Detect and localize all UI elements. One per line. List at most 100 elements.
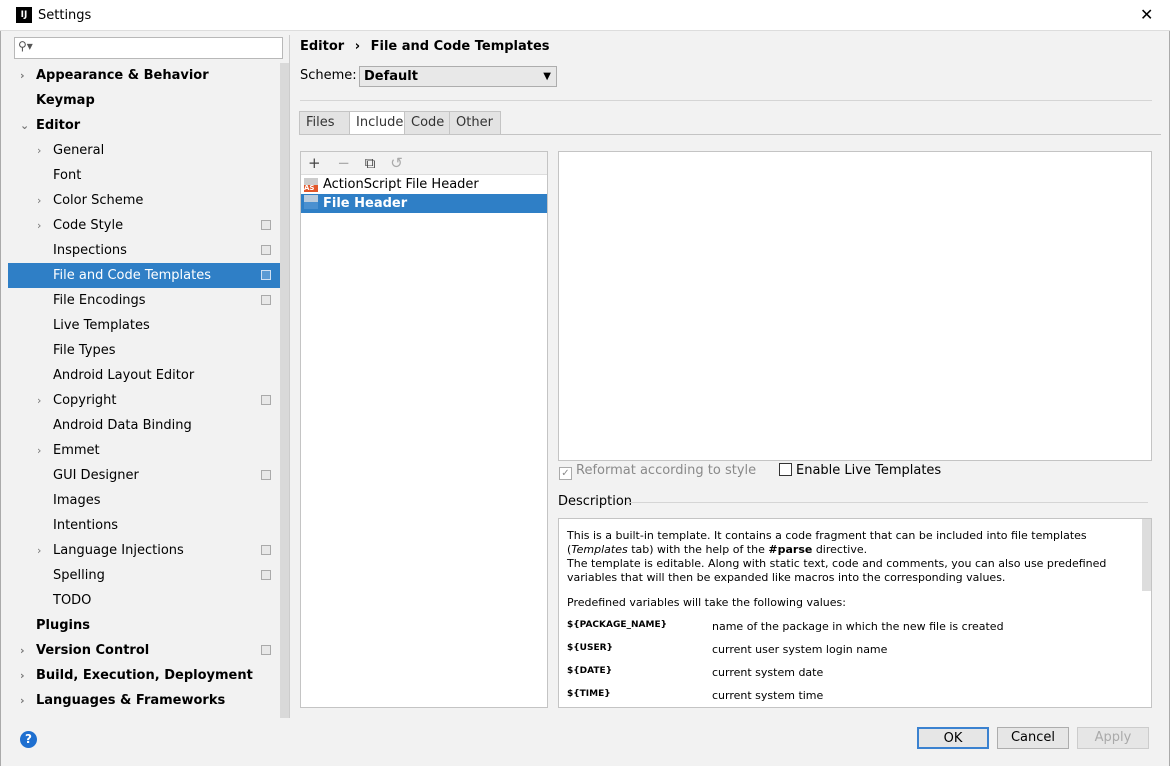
tab-other[interactable]: Other bbox=[449, 111, 501, 135]
ok-button[interactable]: OK bbox=[917, 727, 989, 749]
sidebar-item[interactable]: › Emmet bbox=[8, 438, 280, 463]
sidebar-item[interactable]: GUI Designer bbox=[8, 463, 280, 488]
sidebar-item[interactable]: Plugins bbox=[8, 613, 280, 638]
description-paragraph: This is a built-in template. It contains… bbox=[567, 529, 1087, 556]
sidebar-item[interactable]: Live Templates bbox=[8, 313, 280, 338]
chevron-right-icon[interactable]: › bbox=[37, 213, 41, 238]
settings-sidebar: › Appearance & Behavior Keymap ⌄ Editor › Gene… bbox=[8, 35, 290, 718]
sidebar-item[interactable]: › Languages & Frameworks bbox=[8, 688, 280, 713]
app-logo-icon: IJ bbox=[16, 7, 32, 23]
remove-icon[interactable]: − bbox=[337, 154, 350, 172]
sidebar-item-label: Keymap bbox=[36, 93, 95, 108]
apply-button[interactable]: Apply bbox=[1077, 727, 1149, 749]
project-scope-icon bbox=[261, 570, 271, 580]
tab-code[interactable]: Code bbox=[404, 111, 450, 135]
variable-row: ${DATE} current system date bbox=[567, 666, 1131, 679]
cancel-button[interactable]: Cancel bbox=[997, 727, 1069, 749]
chevron-down-icon: ▼ bbox=[543, 71, 551, 82]
sidebar-item[interactable]: File Types bbox=[8, 338, 280, 363]
template-editor[interactable] bbox=[558, 151, 1152, 461]
chevron-down-icon[interactable]: ⌄ bbox=[20, 113, 29, 138]
sidebar-scrollbar[interactable] bbox=[280, 63, 289, 718]
project-scope-icon bbox=[261, 245, 271, 255]
live-templates-label: Enable Live Templates bbox=[796, 463, 942, 478]
sidebar-item[interactable]: › Appearance & Behavior bbox=[8, 63, 280, 88]
sidebar-item-label: File Encodings bbox=[53, 293, 146, 308]
window-title: Settings bbox=[38, 8, 92, 23]
chevron-right-icon[interactable]: › bbox=[37, 538, 41, 563]
sidebar-item[interactable]: File and Code Templates bbox=[8, 263, 280, 288]
variable-name: ${USER} bbox=[567, 643, 613, 653]
sidebar-item-label: Version Control bbox=[36, 643, 150, 658]
template-file-icon: AS bbox=[304, 178, 318, 192]
sidebar-item-label: Appearance & Behavior bbox=[36, 68, 209, 83]
description-label: Description bbox=[558, 494, 633, 509]
template-label: ActionScript File Header bbox=[323, 177, 479, 192]
sidebar-item[interactable]: Android Layout Editor bbox=[8, 363, 280, 388]
variable-description: current system date bbox=[712, 666, 824, 679]
template-list-panel: + − ⧉ ↺ AS ActionScript File Header File H… bbox=[300, 151, 548, 708]
variable-description: name of the package in which the new fil… bbox=[712, 620, 1004, 633]
sidebar-item[interactable]: TODO bbox=[8, 588, 280, 613]
chevron-right-icon[interactable]: › bbox=[20, 663, 25, 688]
project-scope-icon bbox=[261, 545, 271, 555]
description-scrollbar[interactable] bbox=[1142, 519, 1151, 591]
sidebar-item-label: File and Code Templates bbox=[53, 268, 211, 283]
settings-search-input[interactable]: ⚲▾ bbox=[14, 37, 283, 59]
template-list-item[interactable]: File Header bbox=[301, 194, 547, 213]
add-icon[interactable]: + bbox=[308, 154, 321, 172]
title-bar: IJ Settings ✕ bbox=[0, 0, 1170, 31]
sidebar-item[interactable]: Font bbox=[8, 163, 280, 188]
sidebar-item-label: Font bbox=[53, 168, 82, 183]
chevron-right-icon[interactable]: › bbox=[37, 438, 41, 463]
chevron-right-icon[interactable]: › bbox=[37, 138, 41, 163]
chevron-right-icon[interactable]: › bbox=[37, 188, 41, 213]
sidebar-item[interactable]: › Language Injections bbox=[8, 538, 280, 563]
reformat-label: Reformat according to style bbox=[576, 463, 757, 478]
sidebar-item[interactable]: Images bbox=[8, 488, 280, 513]
sidebar-item[interactable]: ⌄ Editor bbox=[8, 113, 280, 138]
sidebar-item-label: Intentions bbox=[53, 518, 119, 533]
sidebar-item[interactable]: Intentions bbox=[8, 513, 280, 538]
project-scope-icon bbox=[261, 270, 271, 280]
variable-row: ${USER} current user system login name bbox=[567, 643, 1131, 656]
checkbox-icon bbox=[779, 463, 792, 476]
sidebar-item-label: Color Scheme bbox=[53, 193, 144, 208]
sidebar-item-label: File Types bbox=[53, 343, 116, 358]
sidebar-item[interactable]: › Copyright bbox=[8, 388, 280, 413]
template-file-icon bbox=[304, 195, 318, 209]
copy-icon[interactable]: ⧉ bbox=[365, 154, 376, 172]
help-button[interactable]: ? bbox=[20, 731, 37, 748]
chevron-right-icon[interactable]: › bbox=[20, 63, 25, 88]
sidebar-item[interactable]: Android Data Binding bbox=[8, 413, 280, 438]
project-scope-icon bbox=[261, 470, 271, 480]
description-paragraph: Predefined variables will take the follo… bbox=[567, 596, 846, 609]
sidebar-item[interactable]: › Version Control bbox=[8, 638, 280, 663]
sidebar-item[interactable]: File Encodings bbox=[8, 288, 280, 313]
reset-icon[interactable]: ↺ bbox=[390, 154, 403, 172]
sidebar-item[interactable]: Spelling bbox=[8, 563, 280, 588]
sidebar-item[interactable]: Keymap bbox=[8, 88, 280, 113]
sidebar-item-label: Editor bbox=[36, 118, 81, 133]
chevron-right-icon[interactable]: › bbox=[20, 638, 25, 663]
enable-live-templates-checkbox[interactable]: Enable Live Templates bbox=[779, 463, 941, 478]
chevron-right-icon[interactable]: › bbox=[20, 688, 25, 713]
sidebar-item-label: Build, Execution, Deployment bbox=[36, 668, 253, 683]
variable-description: current user system login name bbox=[712, 643, 888, 656]
tab-includes[interactable]: Includes bbox=[349, 111, 410, 135]
breadcrumb-parent[interactable]: Editor bbox=[300, 39, 344, 54]
sidebar-item[interactable]: › Build, Execution, Deployment bbox=[8, 663, 280, 688]
sidebar-item-label: Android Layout Editor bbox=[53, 368, 195, 383]
close-icon[interactable]: ✕ bbox=[1140, 5, 1153, 24]
divider bbox=[626, 502, 1148, 503]
scheme-dropdown[interactable]: Default ▼ bbox=[359, 66, 557, 87]
sidebar-item[interactable]: › General bbox=[8, 138, 280, 163]
project-scope-icon bbox=[261, 295, 271, 305]
sidebar-item[interactable]: › Color Scheme bbox=[8, 188, 280, 213]
tab-files[interactable]: Files bbox=[299, 111, 350, 135]
template-list-item[interactable]: AS ActionScript File Header bbox=[301, 175, 547, 194]
sidebar-item[interactable]: Inspections bbox=[8, 238, 280, 263]
sidebar-item[interactable]: › Code Style bbox=[8, 213, 280, 238]
chevron-right-icon[interactable]: › bbox=[37, 388, 41, 413]
breadcrumb-separator: › bbox=[354, 39, 361, 54]
